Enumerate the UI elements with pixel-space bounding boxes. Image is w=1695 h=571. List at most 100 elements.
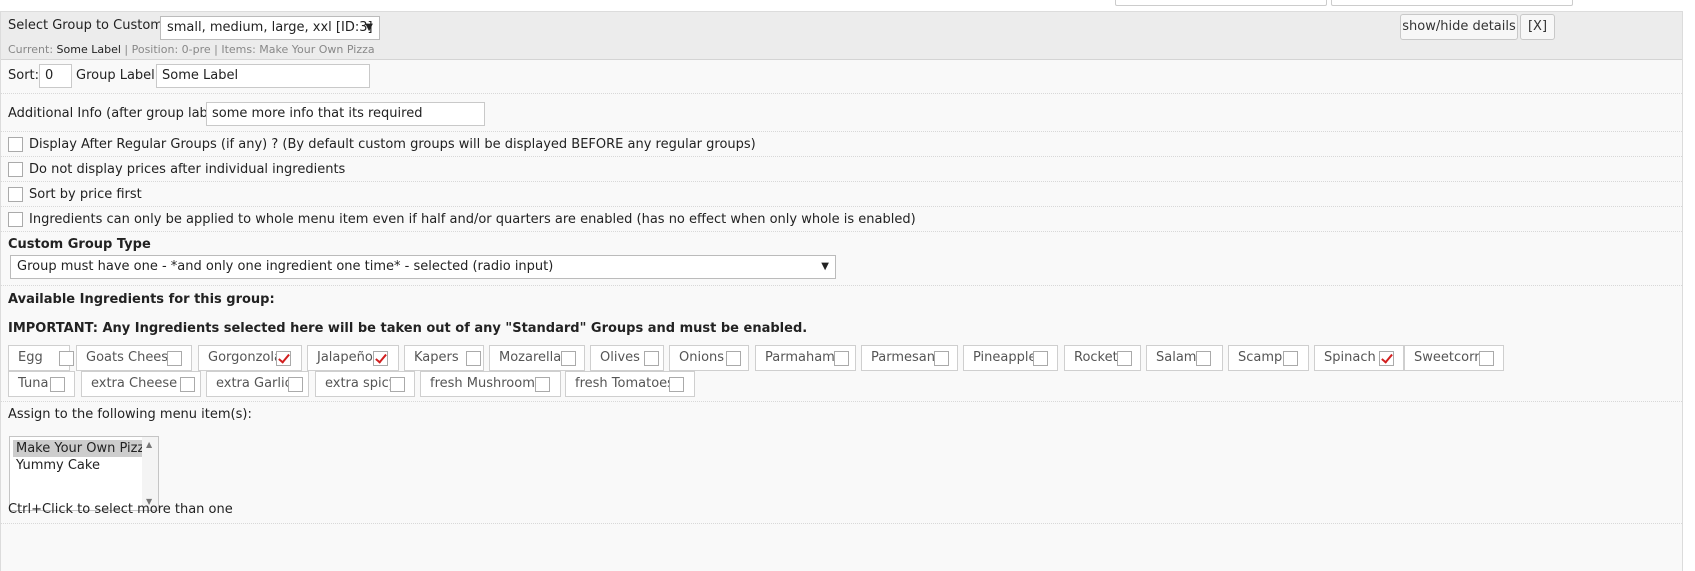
no-prices-checkbox[interactable] (8, 162, 23, 177)
ingredient-checkbox[interactable] (1283, 351, 1298, 366)
ingredient-chip[interactable]: Rocket (1064, 345, 1141, 371)
ingredient-checkbox[interactable] (1033, 351, 1048, 366)
ingredient-label: Olives (600, 350, 640, 365)
select-group-label: Select Group to Customise (8, 18, 182, 33)
ingredient-chip[interactable]: Pineapple (963, 345, 1058, 371)
ingredient-checkbox[interactable] (276, 351, 291, 366)
ingredient-chip[interactable]: Egg (8, 345, 74, 371)
ingredient-chip[interactable]: Kapers (404, 345, 484, 371)
divider (1, 401, 1682, 402)
show-hide-details-button[interactable]: show/hide details (1400, 14, 1518, 40)
menu-items-listbox[interactable]: Make Your Own Pizza Yummy Cake ▲ ▼ (9, 436, 159, 511)
ingredient-label: Kapers (414, 350, 459, 365)
ingredient-checkbox[interactable] (373, 351, 388, 366)
divider (1, 523, 1682, 524)
ingredient-label: Spinach (1324, 350, 1376, 365)
ingredient-chip[interactable]: Jalapeño (307, 345, 399, 371)
ingredient-checkbox[interactable] (1196, 351, 1211, 366)
sort-input[interactable]: 0 (39, 64, 72, 88)
ingredient-label: fresh Mushrooms (430, 376, 542, 391)
ingredient-label: fresh Tomatoes (575, 376, 674, 391)
ingredient-checkbox[interactable] (390, 377, 405, 392)
ingredient-label: Parmesan (871, 350, 935, 365)
ingredient-label: Rocket (1074, 350, 1118, 365)
listbox-scrollbar[interactable]: ▲ ▼ (142, 437, 158, 510)
ingredient-chip[interactable]: Goats Cheese (76, 345, 192, 371)
current-group-summary: Current: Some Label | Position: 0-pre | … (8, 43, 375, 56)
ingredient-chip[interactable]: extra spicy (315, 371, 415, 397)
ingredient-chip[interactable]: Parmaham (755, 345, 856, 371)
ingredient-label: extra spicy (325, 376, 397, 391)
custom-group-type-value: Group must have one - *and only one ingr… (17, 259, 554, 274)
ingredient-chip[interactable]: Tuna (8, 371, 75, 397)
top-input-stub-1[interactable] (1115, 0, 1327, 6)
ingredient-checkbox[interactable] (1117, 351, 1132, 366)
ingredient-chip[interactable]: fresh Tomatoes (565, 371, 695, 397)
ingredient-checkbox[interactable] (288, 377, 303, 392)
ingredient-chip[interactable]: Sweetcorn (1404, 345, 1504, 371)
additional-info-input[interactable]: some more info that its required (206, 102, 485, 126)
sort-by-price-checkbox[interactable] (8, 187, 23, 202)
ingredient-chip[interactable]: Olives (590, 345, 664, 371)
group-selector-header: Select Group to Customise small, medium,… (1, 12, 1682, 60)
ingredient-label: Onions (679, 350, 725, 365)
group-label-input[interactable]: Some Label (156, 64, 370, 88)
important-note: IMPORTANT: Any Ingredients selected here… (8, 321, 808, 336)
menu-item-option[interactable]: Yummy Cake (13, 457, 144, 474)
ingredient-checkbox[interactable] (59, 351, 74, 366)
display-after-regular-label: Display After Regular Groups (if any) ? … (29, 137, 756, 152)
ingredient-chip[interactable]: fresh Mushrooms (420, 371, 561, 397)
chevron-down-icon: ▼ (365, 22, 373, 33)
ingredient-checkbox[interactable] (50, 377, 65, 392)
whole-only-checkbox[interactable] (8, 212, 23, 227)
custom-group-panel: Select Group to Customise small, medium,… (0, 11, 1683, 571)
ingredient-checkbox[interactable] (934, 351, 949, 366)
ingredient-checkbox[interactable] (561, 351, 576, 366)
ingredient-label: Goats Cheese (86, 350, 177, 365)
close-button[interactable]: [X] (1520, 14, 1555, 40)
ingredient-label: Salami (1156, 350, 1201, 365)
group-select[interactable]: small, medium, large, xxl [ID:3] ▼ (160, 16, 380, 40)
assign-label: Assign to the following menu item(s): (8, 407, 252, 422)
group-select-value: small, medium, large, xxl [ID:3] (167, 20, 373, 35)
divider (1, 285, 1682, 286)
divider (1, 231, 1682, 232)
ingredient-chip[interactable]: extra Garlic (206, 371, 309, 397)
divider (1, 131, 1682, 132)
sort-label: Sort: (8, 68, 40, 83)
whole-only-label: Ingredients can only be applied to whole… (29, 212, 916, 227)
scroll-up-icon[interactable]: ▲ (146, 440, 152, 449)
ingredient-checkbox[interactable] (180, 377, 195, 392)
ingredient-checkbox[interactable] (644, 351, 659, 366)
ingredient-label: Pineapple (973, 350, 1037, 365)
ingredient-chip[interactable]: Salami (1146, 345, 1223, 371)
menu-item-option[interactable]: Make Your Own Pizza (13, 440, 152, 457)
ingredient-chip[interactable]: Scampi (1228, 345, 1309, 371)
ingredient-label: Scampi (1238, 350, 1286, 365)
top-input-stub-2[interactable] (1331, 0, 1573, 6)
ingredient-chip[interactable]: Parmesan (861, 345, 958, 371)
ingredient-chip[interactable]: Onions (669, 345, 749, 371)
ingredient-chip[interactable]: Gorgonzola (198, 345, 302, 371)
display-after-regular-checkbox[interactable] (8, 137, 23, 152)
no-prices-label: Do not display prices after individual i… (29, 162, 346, 177)
ingredient-label: extra Cheese (91, 376, 178, 391)
ingredient-label: Egg (18, 350, 43, 365)
ingredient-checkbox[interactable] (669, 377, 684, 392)
custom-group-type-select[interactable]: Group must have one - *and only one ingr… (10, 255, 836, 279)
ingredient-checkbox[interactable] (1479, 351, 1494, 366)
current-group-label: Some Label (56, 43, 121, 56)
ingredient-checkbox[interactable] (1379, 351, 1394, 366)
ingredient-checkbox[interactable] (535, 377, 550, 392)
ingredient-checkbox[interactable] (466, 351, 481, 366)
ingredient-checkbox[interactable] (726, 351, 741, 366)
ingredient-checkbox[interactable] (834, 351, 849, 366)
ingredient-label: extra Garlic (216, 376, 292, 391)
ingredient-label: Mozarella (499, 350, 562, 365)
ingredient-chip[interactable]: Spinach (1314, 345, 1404, 371)
ingredient-chip[interactable]: Mozarella (489, 345, 585, 371)
ingredient-label: Gorgonzola (208, 350, 282, 365)
multi-select-hint: Ctrl+Click to select more than one (8, 502, 233, 517)
ingredient-checkbox[interactable] (167, 351, 182, 366)
ingredient-chip[interactable]: extra Cheese (81, 371, 201, 397)
